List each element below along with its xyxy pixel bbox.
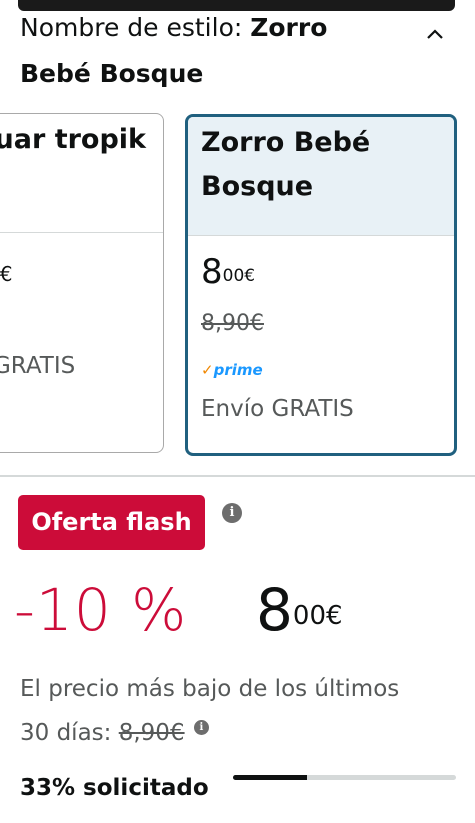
option-price: 800€ [201, 252, 256, 292]
discount-percent: -10 % [14, 576, 188, 644]
info-icon[interactable]: i [193, 720, 209, 735]
option-shipping: ɔ GRATIS [0, 353, 76, 379]
chevron-up-icon[interactable] [423, 22, 447, 46]
claimed-progress-fill [233, 775, 307, 780]
style-option-card[interactable]: uar tropik 9€ ɔ GRATIS [0, 113, 164, 453]
lowest-price-value: 8,90€ [118, 720, 185, 746]
claimed-text: 33% solicitado [20, 775, 209, 801]
style-value-line2: Bebé Bosque [20, 59, 204, 88]
deal-price: 800€ [256, 576, 343, 644]
option-price: 9€ [0, 262, 13, 286]
flash-deal-badge: Oferta flash [18, 495, 205, 550]
style-value: Zorro [250, 13, 328, 42]
style-label-line: Nombre de estilo: Zorro [20, 8, 420, 48]
info-icon[interactable]: i [222, 503, 242, 523]
style-label: Nombre de estilo: [20, 13, 243, 42]
lowest-price-days: 30 días: [20, 720, 112, 746]
divider [0, 232, 163, 233]
lowest-price-note: El precio más bajo de los últimos 30 día… [20, 667, 470, 755]
claimed-progress-bar [233, 775, 456, 780]
option-title: uar tropik [0, 124, 146, 155]
prime-badge: ✓prime [201, 361, 263, 379]
section-divider [0, 475, 475, 477]
lowest-price-line2: 30 días: 8,90€ i [20, 711, 470, 755]
divider [188, 235, 454, 236]
style-option-card-selected[interactable]: Zorro Bebé Bosque 800€ 8,90€ ✓prime Enví… [185, 114, 457, 456]
lowest-price-text: El precio más bajo de los últimos [20, 676, 400, 702]
option-shipping: Envío GRATIS [201, 396, 354, 422]
prime-check-icon: ✓ [201, 361, 214, 379]
option-list-price: 8,90€ [201, 311, 264, 336]
option-title: Zorro Bebé Bosque [188, 117, 454, 235]
